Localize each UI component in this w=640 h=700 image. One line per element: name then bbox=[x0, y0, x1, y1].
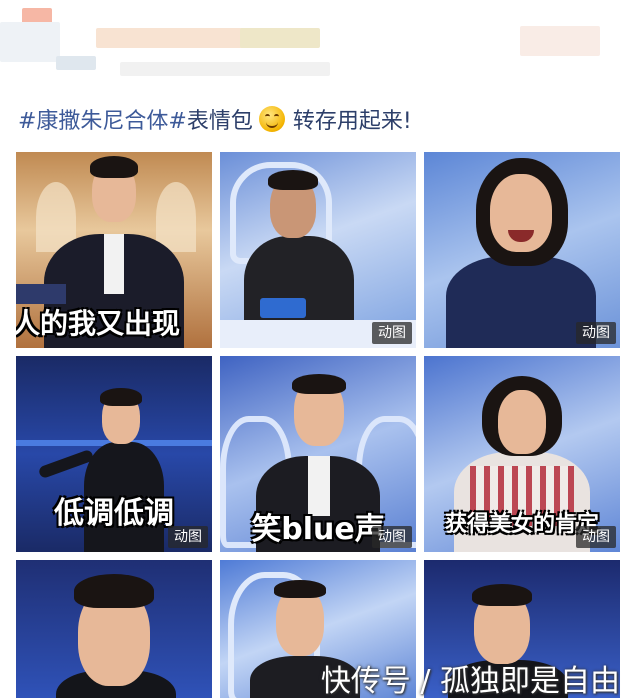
post-text: #康撒朱尼合体# 表情包 转存用起来! bbox=[18, 101, 412, 137]
meme-caption: 人的我又出现 bbox=[16, 307, 181, 340]
gif-badge: 动图 bbox=[372, 322, 412, 344]
hashtag-link[interactable]: #康撒朱尼合体# bbox=[18, 103, 187, 135]
meme-image-grid: 人的我又出现 动图 动图 低调低调 动图 笑blue声 动图 获得美女的肯定 动… bbox=[16, 152, 624, 698]
meme-tile[interactable]: 获得美女的肯定 动图 bbox=[424, 356, 620, 552]
gif-badge: 动图 bbox=[372, 526, 412, 548]
meme-tile[interactable]: 低调低调 动图 bbox=[16, 356, 212, 552]
meme-tile[interactable]: 动图 bbox=[220, 152, 416, 348]
source-watermark: 快传号 / 孤独即是自由 bbox=[320, 664, 620, 699]
meme-tile[interactable]: 笑blue声 动图 bbox=[220, 356, 416, 552]
post-text-part1: 表情包 bbox=[186, 109, 253, 134]
meme-tile[interactable]: 动图 bbox=[424, 152, 620, 348]
blurred-header bbox=[0, 0, 640, 92]
gif-badge: 动图 bbox=[576, 322, 616, 344]
post-text-part2: 转存用起来! bbox=[292, 109, 412, 134]
gif-badge: 动图 bbox=[576, 526, 616, 548]
smiling-face-icon bbox=[258, 106, 285, 132]
gif-badge: 动图 bbox=[168, 526, 208, 548]
meme-tile[interactable]: 人的我又出现 bbox=[16, 152, 212, 348]
meme-tile[interactable] bbox=[16, 560, 212, 698]
